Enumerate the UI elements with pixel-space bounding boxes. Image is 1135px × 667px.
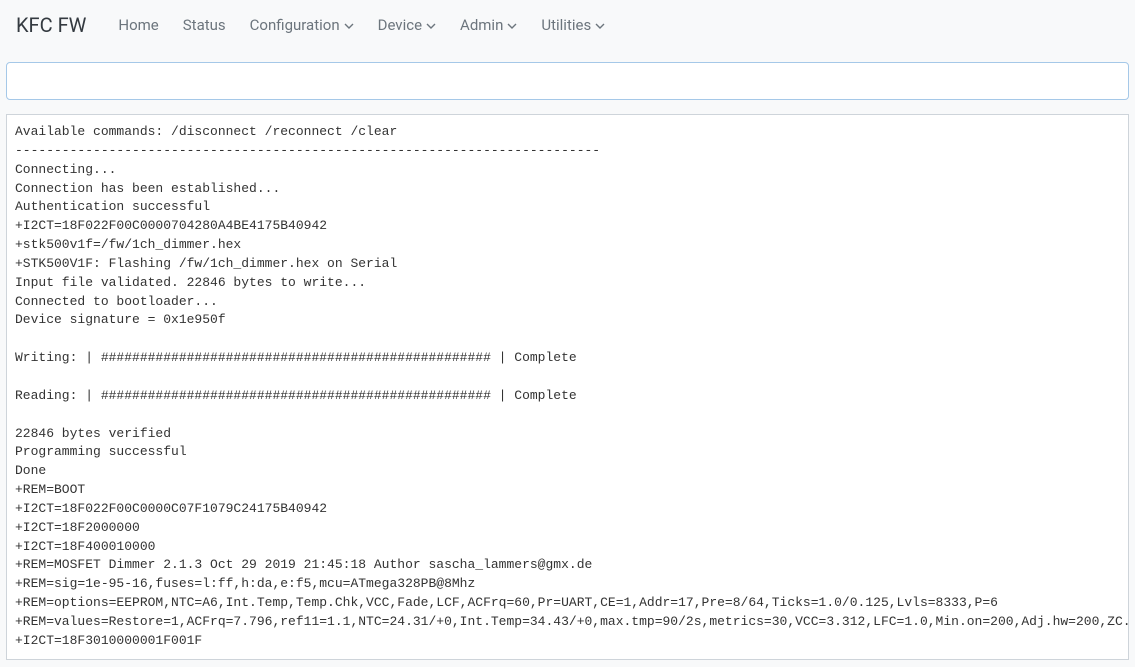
nav-home[interactable]: Home xyxy=(110,8,166,42)
nav-status[interactable]: Status xyxy=(175,8,234,42)
nav-device[interactable]: Device xyxy=(370,8,444,42)
nav-device-label: Device xyxy=(378,16,422,34)
nav-admin[interactable]: Admin xyxy=(452,8,525,42)
caret-down-icon xyxy=(344,16,354,34)
caret-down-icon xyxy=(595,16,605,34)
console-output: Available commands: /disconnect /reconne… xyxy=(6,114,1129,660)
nav-configuration[interactable]: Configuration xyxy=(242,8,362,42)
nav-utilities-label: Utilities xyxy=(541,16,591,34)
caret-down-icon xyxy=(507,16,517,34)
nav-utilities[interactable]: Utilities xyxy=(533,8,613,42)
command-input[interactable] xyxy=(6,62,1129,100)
caret-down-icon xyxy=(426,16,436,34)
nav-configuration-label: Configuration xyxy=(250,16,340,34)
navbar: KFC FW Home Status Configuration Device … xyxy=(0,0,1135,50)
nav-admin-label: Admin xyxy=(460,16,503,34)
navbar-brand[interactable]: KFC FW xyxy=(16,13,86,37)
main-container: Available commands: /disconnect /reconne… xyxy=(0,50,1135,660)
